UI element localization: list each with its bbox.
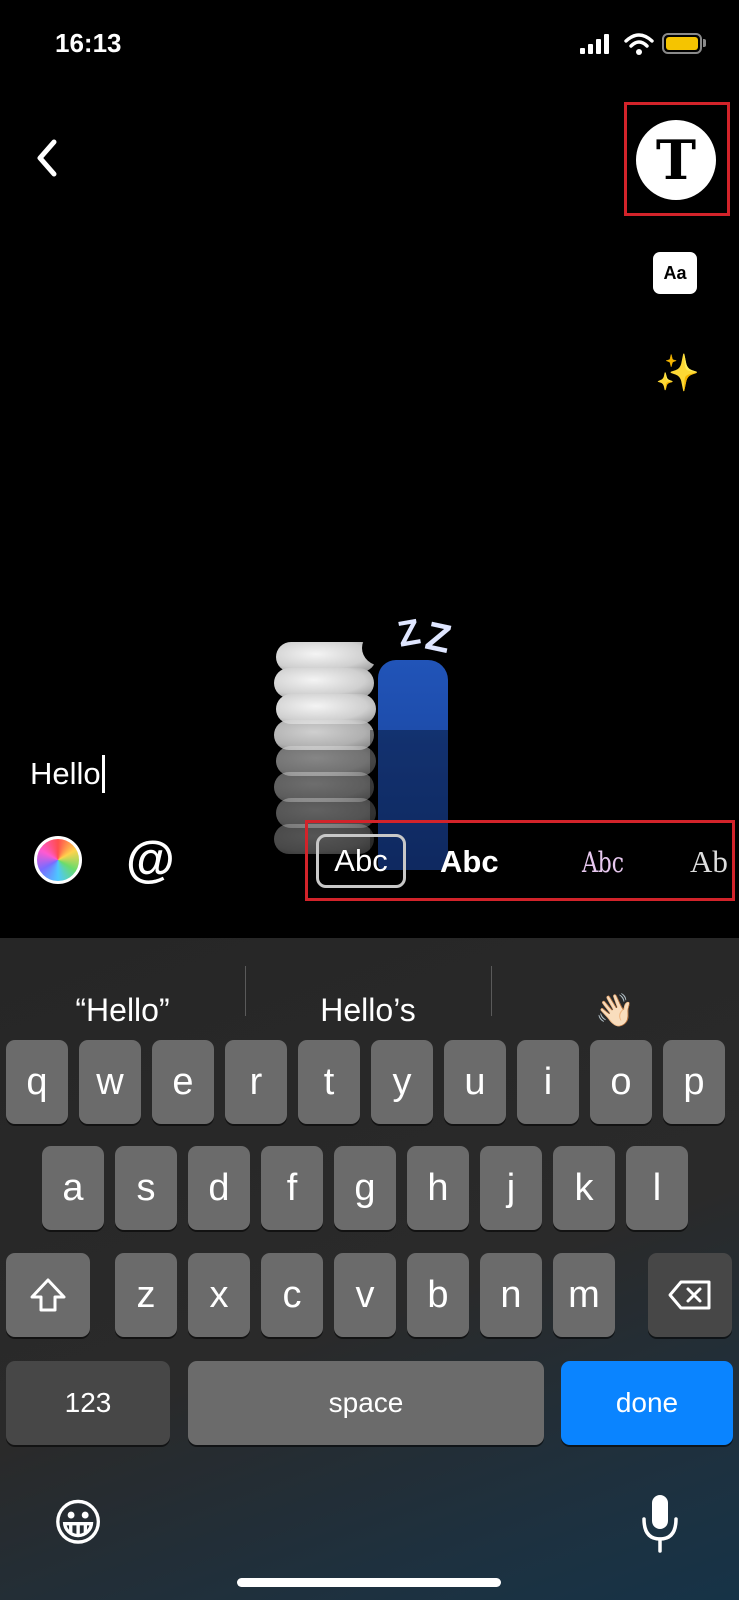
key-a[interactable]: a	[42, 1146, 104, 1230]
backspace-key[interactable]	[648, 1253, 732, 1337]
emoji-keyboard-icon[interactable]: 😀	[52, 1495, 104, 1551]
key-h[interactable]: h	[407, 1146, 469, 1230]
key-p[interactable]: p	[663, 1040, 725, 1124]
key-y[interactable]: y	[371, 1040, 433, 1124]
space-key[interactable]: space	[188, 1361, 544, 1445]
key-u[interactable]: u	[444, 1040, 506, 1124]
battery-cap	[703, 39, 706, 47]
key-b[interactable]: b	[407, 1253, 469, 1337]
color-picker-button[interactable]	[34, 836, 82, 884]
story-text-value: Hello	[30, 756, 101, 791]
cellular-signal-icon	[580, 34, 610, 54]
shift-key[interactable]	[6, 1253, 90, 1337]
mention-button[interactable]: @	[126, 830, 175, 888]
sparkles-effects-icon[interactable]: ✨	[655, 352, 700, 394]
key-t[interactable]: t	[298, 1040, 360, 1124]
home-indicator	[237, 1578, 501, 1587]
delete-icon	[668, 1280, 711, 1310]
key-r[interactable]: r	[225, 1040, 287, 1124]
key-j[interactable]: j	[480, 1146, 542, 1230]
key-x[interactable]: x	[188, 1253, 250, 1337]
key-m[interactable]: m	[553, 1253, 615, 1337]
done-key[interactable]: done	[561, 1361, 733, 1445]
key-n[interactable]: n	[480, 1253, 542, 1337]
key-o[interactable]: o	[590, 1040, 652, 1124]
wifi-icon	[624, 33, 654, 55]
key-z[interactable]: z	[115, 1253, 177, 1337]
microphone-icon[interactable]	[640, 1493, 680, 1555]
suggestion-item[interactable]: 👋🏻	[491, 980, 739, 1040]
shift-arrow-icon	[30, 1278, 66, 1312]
highlight-box-font-styles	[305, 820, 735, 901]
battery-icon	[662, 33, 702, 54]
key-q[interactable]: q	[6, 1040, 68, 1124]
key-s[interactable]: s	[115, 1146, 177, 1230]
key-c[interactable]: c	[261, 1253, 323, 1337]
key-k[interactable]: k	[553, 1146, 615, 1230]
key-g[interactable]: g	[334, 1146, 396, 1230]
key-l[interactable]: l	[626, 1146, 688, 1230]
key-i[interactable]: i	[517, 1040, 579, 1124]
text-cursor	[101, 755, 105, 793]
key-e[interactable]: e	[152, 1040, 214, 1124]
key-v[interactable]: v	[334, 1253, 396, 1337]
back-chevron-icon[interactable]	[32, 138, 62, 178]
numbers-key[interactable]: 123	[6, 1361, 170, 1445]
status-time: 16:13	[55, 28, 122, 58]
highlight-box-text-style	[624, 102, 730, 216]
suggestion-item[interactable]: “Hello”	[0, 980, 245, 1040]
suggestion-item[interactable]: Hello’s	[245, 980, 491, 1040]
story-text-input[interactable]: Hello	[30, 752, 105, 796]
font-size-button[interactable]: Aa	[653, 252, 697, 294]
key-d[interactable]: d	[188, 1146, 250, 1230]
key-f[interactable]: f	[261, 1146, 323, 1230]
key-w[interactable]: w	[79, 1040, 141, 1124]
